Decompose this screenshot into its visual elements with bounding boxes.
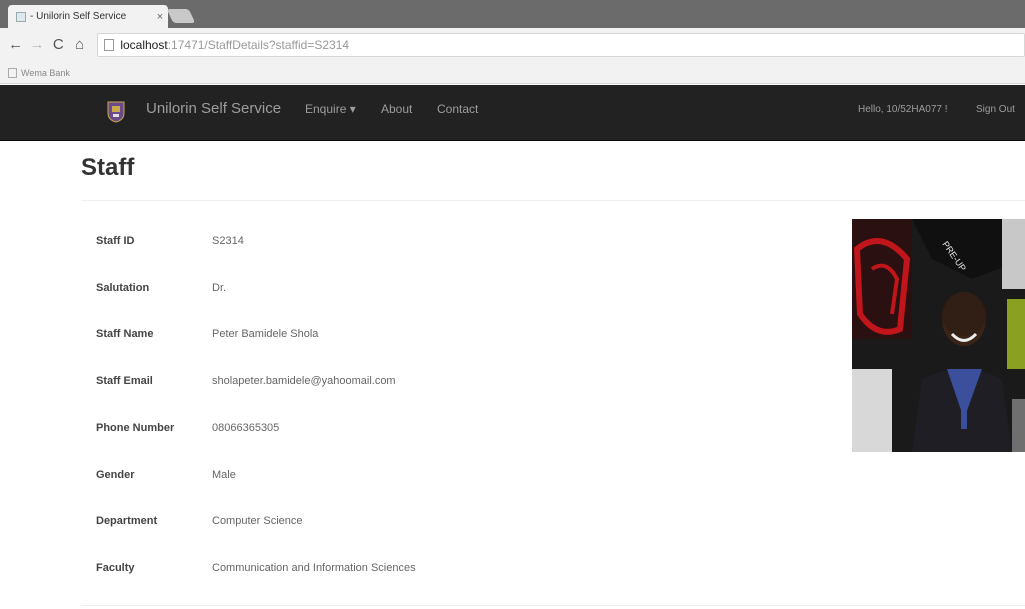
detail-label: Phone Number (96, 422, 175, 434)
user-greeting-link[interactable]: Hello, 10/52HA077 ! (858, 104, 948, 115)
address-bar[interactable]: localhost :17471/StaffDetails?staffid=S2… (97, 33, 1025, 57)
brand-link[interactable]: Unilorin Self Service (146, 100, 281, 117)
bookmark-page-icon (8, 67, 17, 78)
back-arrow-icon[interactable]: ← (6, 35, 25, 55)
home-icon[interactable]: ⌂ (70, 35, 89, 55)
url-host: localhost (120, 38, 168, 52)
detail-label: Salutation (96, 282, 150, 294)
university-crest-icon[interactable] (107, 101, 125, 123)
url-path: :17471/StaffDetails?staffid=S2314 (167, 38, 350, 52)
detail-label: Staff Name (96, 328, 154, 340)
bookmarks-bar: Wema Bank (0, 62, 1025, 84)
detail-row-staff-id: Staff ID S2314 (96, 231, 244, 251)
detail-row-department: Department Computer Science (96, 511, 303, 531)
reload-icon[interactable]: C (49, 35, 68, 55)
detail-row-salutation: Salutation Dr. (96, 278, 226, 298)
bookmark-item[interactable]: Wema Bank (21, 68, 70, 78)
detail-label: Staff Email (96, 375, 153, 387)
browser-tab[interactable]: - Unilorin Self Service × (8, 5, 168, 28)
staff-photo: PRE-UP (852, 219, 1025, 452)
tab-title: - Unilorin Self Service (30, 11, 127, 22)
detail-value: sholapeter.bamidele@yahoomail.com (212, 375, 396, 387)
detail-row-phone-number: Phone Number 08066365305 (96, 418, 279, 438)
detail-label: Department (96, 515, 158, 527)
detail-value: Computer Science (212, 515, 303, 527)
browser-tabstrip: - Unilorin Self Service × (0, 0, 1025, 28)
page-favicon-icon (16, 11, 26, 22)
tab-close-icon[interactable]: × (152, 11, 168, 23)
detail-value: Communication and Information Sciences (212, 562, 416, 574)
nav-about[interactable]: About (381, 102, 412, 116)
detail-label: Staff ID (96, 235, 135, 247)
new-tab-button[interactable] (166, 9, 196, 23)
detail-value: Peter Bamidele Shola (212, 328, 319, 340)
detail-row-staff-name: Staff Name Peter Bamidele Shola (96, 324, 318, 344)
forward-arrow-icon[interactable]: → (27, 35, 46, 55)
detail-value: Dr. (212, 282, 227, 294)
divider (81, 200, 1025, 201)
nav-contact[interactable]: Contact (437, 102, 478, 116)
site-navbar: Unilorin Self Service Enquire ▾ About Co… (0, 85, 1025, 141)
sign-out-link[interactable]: Sign Out (976, 104, 1015, 115)
detail-label: Faculty (96, 562, 135, 574)
browser-toolbar: ← → C ⌂ localhost :17471/StaffDetails?st… (0, 28, 1025, 62)
nav-enquire-dropdown[interactable]: Enquire ▾ (305, 102, 356, 116)
page-title: Staff (81, 154, 135, 181)
detail-label: Gender (96, 469, 135, 481)
page-icon (104, 39, 115, 51)
detail-row-staff-email: Staff Email sholapeter.bamidele@yahoomai… (96, 371, 396, 391)
detail-row-faculty: Faculty Communication and Information Sc… (96, 558, 416, 578)
divider (81, 605, 1025, 606)
detail-value: 08066365305 (212, 422, 280, 434)
detail-value: S2314 (212, 235, 244, 247)
detail-value: Male (212, 469, 236, 481)
detail-row-gender: Gender Male (96, 465, 236, 485)
